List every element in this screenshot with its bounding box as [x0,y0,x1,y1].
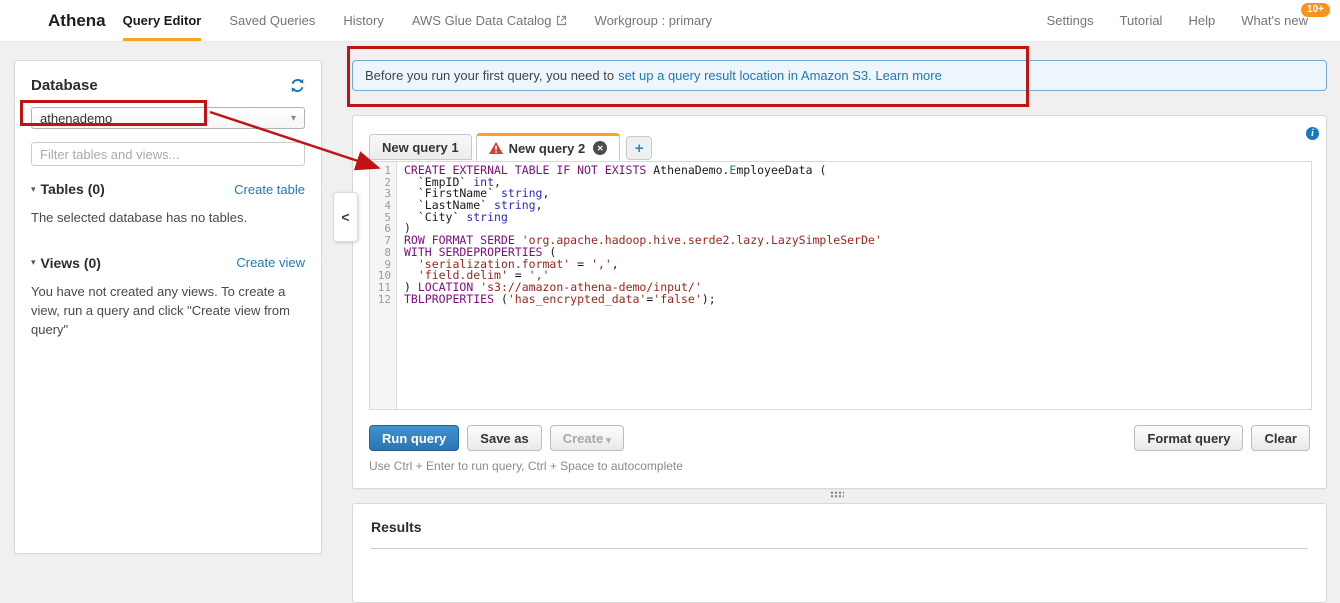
nav-item-history[interactable]: History [343,0,383,41]
create-table-link[interactable]: Create table [234,182,305,197]
filter-tables-input[interactable] [31,142,305,166]
code-line: `City` string [404,212,1311,224]
code-line: TBLPROPERTIES ('has_encrypted_data'='fal… [404,294,1311,306]
nav-item-saved-queries[interactable]: Saved Queries [229,0,315,41]
database-select[interactable]: athenademo ▾ [31,107,305,129]
nav-right-items: Settings Tutorial Help What's new10+ [1047,0,1340,41]
code-line: CREATE EXTERNAL TABLE IF NOT EXISTS Athe… [404,165,1311,177]
database-select-value: athenademo [40,111,112,126]
shortcut-hint: Use Ctrl + Enter to run query, Ctrl + Sp… [369,459,683,473]
tab-new-query-1[interactable]: New query 1 [369,134,472,160]
results-divider [371,548,1308,549]
close-icon[interactable]: ✕ [593,141,607,155]
line-number: 4 [370,200,391,212]
tab-label: New query 2 [509,141,586,156]
resize-handle[interactable] [830,491,844,498]
line-number: 11 [370,282,391,294]
setup-banner: Before you run your first query, you nee… [352,60,1327,91]
banner-text: Before you run your first query, you nee… [365,68,614,83]
database-label: Database [31,77,98,94]
tab-label: New query 1 [382,140,459,155]
results-panel: Results [352,503,1327,603]
line-number: 1 [370,165,391,177]
views-empty-text: You have not created any views. To creat… [31,283,305,340]
info-icon[interactable]: i [1306,127,1319,140]
chevron-left-icon: < [341,209,349,225]
add-query-tab-button[interactable]: + [626,136,652,160]
nav-item-query-editor[interactable]: Query Editor [123,0,202,41]
clear-button[interactable]: Clear [1251,425,1310,451]
editor-actions: Run query Save as Create▾ Format query C… [369,425,1310,451]
external-link-icon [556,15,567,26]
line-number: 8 [370,247,391,259]
chevron-down-icon[interactable]: ▾ [31,184,36,195]
line-number: 12 [370,294,391,306]
tables-empty-text: The selected database has no tables. [31,209,305,228]
views-section-header[interactable]: Views (0) [41,255,101,271]
nav-item-what-s-new[interactable]: What's new10+ [1241,0,1308,41]
banner-link[interactable]: set up a query result location in Amazon… [618,68,942,83]
create-view-link[interactable]: Create view [236,255,305,270]
tab-new-query-2[interactable]: New query 2 ✕ [476,133,621,161]
code-area: CREATE EXTERNAL TABLE IF NOT EXISTS Athe… [397,162,1311,409]
query-editor-panel: i New query 1New query 2✕+ 1234567891011… [352,115,1327,489]
nav-left-items: Query Editor Saved Queries History AWS Glue… [123,0,712,41]
nav-item-workgroup-primary[interactable]: Workgroup : primary [595,0,713,41]
warning-icon [489,142,503,154]
query-tabs: New query 1 New query 2 ✕ + [369,132,652,160]
collapse-sidebar-button[interactable]: < [333,192,358,242]
nav-item-help[interactable]: Help [1188,0,1215,41]
create-button[interactable]: Create▾ [550,425,624,451]
line-numbers: 123456789101112 [370,162,397,409]
athena-logo[interactable]: Athena [48,0,106,41]
create-button-label: Create [563,431,603,446]
chevron-down-icon: ▾ [291,113,296,124]
tables-section-header[interactable]: Tables (0) [41,181,105,197]
run-query-button[interactable]: Run query [369,425,459,451]
format-query-button[interactable]: Format query [1134,425,1243,451]
nav-item-aws-glue-data-catalog[interactable]: AWS Glue Data Catalog [412,0,567,41]
save-as-button[interactable]: Save as [467,425,541,451]
chevron-down-icon: ▾ [606,435,611,445]
chevron-down-icon[interactable]: ▾ [31,257,36,268]
refresh-icon[interactable] [290,78,305,93]
nav-item-tutorial[interactable]: Tutorial [1120,0,1163,41]
top-navigation: Athena Query Editor Saved Queries History A… [0,0,1340,42]
code-line: `LastName` string, [404,200,1311,212]
database-panel: Database athenademo ▾ ▾ Tables (0) Creat… [14,60,322,554]
whats-new-badge: 10+ [1301,3,1330,17]
sql-editor[interactable]: 123456789101112 CREATE EXTERNAL TABLE IF… [369,161,1312,410]
nav-item-settings[interactable]: Settings [1047,0,1094,41]
results-title: Results [371,519,1308,535]
